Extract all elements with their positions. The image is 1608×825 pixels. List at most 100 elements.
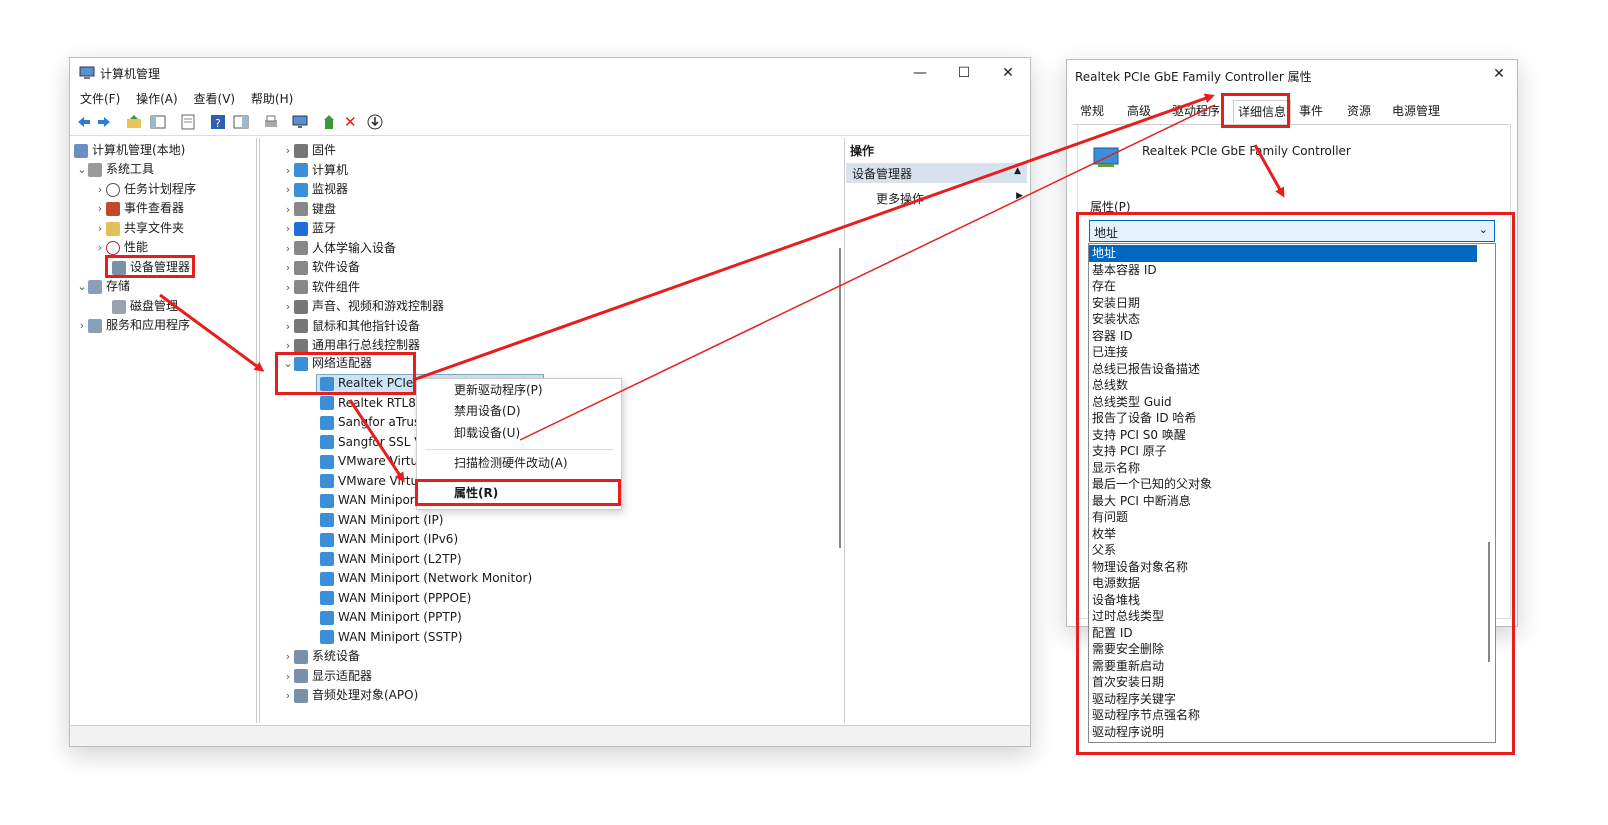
tab-power-management[interactable]: 电源管理 bbox=[1383, 100, 1449, 122]
chevron-right-icon[interactable]: › bbox=[282, 180, 294, 199]
minimize-button[interactable]: — bbox=[900, 60, 940, 86]
chevron-right-icon[interactable]: › bbox=[94, 180, 106, 199]
property-option[interactable]: 安装状态 bbox=[1089, 311, 1477, 328]
chevron-right-icon[interactable]: › bbox=[282, 336, 294, 355]
network-adapter-item[interactable]: VMware Virtu bbox=[320, 472, 418, 491]
device-category[interactable]: › 软件组件 bbox=[282, 278, 360, 297]
tab-advanced[interactable]: 高级 bbox=[1119, 100, 1159, 122]
property-option[interactable]: 地址 bbox=[1089, 245, 1477, 262]
chevron-right-icon[interactable]: › bbox=[282, 200, 294, 219]
chevron-down-icon[interactable]: ⌄ bbox=[282, 354, 294, 373]
actions-section[interactable]: 设备管理器 ▲ bbox=[846, 163, 1027, 183]
show-hide-tree-icon[interactable] bbox=[150, 114, 166, 133]
property-option[interactable]: 物理设备对象名称 bbox=[1089, 559, 1477, 576]
tab-general[interactable]: 常规 bbox=[1073, 100, 1111, 122]
tab-events[interactable]: 事件 bbox=[1291, 100, 1331, 122]
tab-details[interactable]: 详细信息 bbox=[1233, 100, 1291, 123]
property-option[interactable]: 需要重新启动 bbox=[1089, 658, 1477, 675]
tab-resources[interactable]: 资源 bbox=[1337, 100, 1381, 122]
disable-device-menu-item[interactable]: 禁用设备(D) bbox=[454, 402, 521, 421]
property-option[interactable]: 显示名称 bbox=[1089, 460, 1477, 477]
device-category[interactable]: › 通用串行总线控制器 bbox=[282, 336, 420, 355]
scan-hardware-menu-item[interactable]: 扫描检测硬件改动(A) bbox=[454, 454, 568, 473]
property-option[interactable]: 配置 ID bbox=[1089, 625, 1477, 642]
tree-task-scheduler[interactable]: › 任务计划程序 bbox=[94, 180, 196, 199]
device-category[interactable]: › 蓝牙 bbox=[282, 219, 336, 238]
device-category[interactable]: › 键盘 bbox=[282, 200, 336, 219]
chevron-right-icon[interactable]: › bbox=[282, 161, 294, 180]
tab-driver[interactable]: 驱动程序 bbox=[1163, 100, 1229, 122]
device-category[interactable]: › 计算机 bbox=[282, 161, 348, 180]
properties-sheet-icon[interactable] bbox=[180, 114, 196, 133]
menu-help[interactable]: 帮助(H) bbox=[251, 92, 293, 106]
print-icon[interactable] bbox=[263, 114, 279, 133]
property-option[interactable]: 已连接 bbox=[1089, 344, 1477, 361]
network-adapter-item[interactable]: VMware Virtu bbox=[320, 452, 418, 471]
vertical-scrollbar[interactable] bbox=[839, 248, 841, 548]
device-category[interactable]: › 监视器 bbox=[282, 180, 348, 199]
chevron-right-icon[interactable]: › bbox=[94, 219, 106, 238]
device-category[interactable]: › 软件设备 bbox=[282, 258, 360, 277]
property-option[interactable]: 安装日期 bbox=[1089, 295, 1477, 312]
menu-file[interactable]: 文件(F) bbox=[80, 92, 120, 106]
network-adapter-item[interactable]: WAN Miniport (PPTP) bbox=[320, 608, 462, 627]
delete-x-icon[interactable]: ✕ bbox=[344, 113, 357, 131]
view-pane-icon[interactable] bbox=[233, 114, 249, 133]
property-option[interactable]: 容器 ID bbox=[1089, 328, 1477, 345]
chevron-right-icon[interactable]: › bbox=[282, 686, 294, 705]
property-option[interactable]: 总线已报告设备描述 bbox=[1089, 361, 1477, 378]
chevron-down-icon[interactable]: ⌄ bbox=[76, 277, 88, 296]
close-button[interactable]: ✕ bbox=[988, 60, 1028, 86]
menu-view[interactable]: 查看(V) bbox=[194, 92, 236, 106]
chevron-right-icon[interactable]: › bbox=[282, 141, 294, 160]
update-driver-menu-item[interactable]: 更新驱动程序(P) bbox=[454, 381, 543, 400]
forward-arrow-icon[interactable] bbox=[96, 114, 112, 133]
network-adapter-item[interactable]: Sangfor SSL V bbox=[320, 433, 422, 452]
chevron-right-icon[interactable]: › bbox=[282, 219, 294, 238]
update-driver-icon[interactable] bbox=[322, 114, 338, 133]
chevron-right-icon[interactable]: › bbox=[282, 297, 294, 316]
property-option[interactable]: 父系 bbox=[1089, 542, 1477, 559]
download-icon[interactable] bbox=[367, 114, 383, 133]
help-icon[interactable]: ? bbox=[210, 114, 226, 133]
property-option[interactable]: 有问题 bbox=[1089, 509, 1477, 526]
network-adapter-item[interactable]: WAN Miniport (PPPOE) bbox=[320, 589, 471, 608]
network-adapter-item[interactable]: Realtek PCIe bbox=[320, 374, 413, 393]
property-option[interactable]: 总线数 bbox=[1089, 377, 1477, 394]
tree-root[interactable]: 计算机管理(本地) bbox=[74, 141, 185, 160]
chevron-right-icon[interactable]: › bbox=[282, 647, 294, 666]
property-option[interactable]: 驱动程序关键字 bbox=[1089, 691, 1477, 708]
device-category[interactable]: › 鼠标和其他指针设备 bbox=[282, 317, 420, 336]
chevron-right-icon[interactable]: › bbox=[76, 316, 88, 335]
property-dropdown[interactable]: 地址 ⌄ bbox=[1089, 220, 1495, 242]
property-option[interactable]: 首次安装日期 bbox=[1089, 674, 1477, 691]
network-adapter-item[interactable]: Realtek RTL88 bbox=[320, 394, 423, 413]
chevron-right-icon[interactable]: › bbox=[282, 258, 294, 277]
device-category[interactable]: › 声音、视频和游戏控制器 bbox=[282, 297, 444, 316]
dialog-close-button[interactable]: ✕ bbox=[1479, 61, 1519, 87]
tree-shared-folders[interactable]: › 共享文件夹 bbox=[94, 219, 184, 238]
network-adapter-item[interactable]: WAN Miniport (IP) bbox=[320, 511, 443, 530]
chevron-right-icon[interactable]: › bbox=[94, 238, 106, 257]
back-arrow-icon[interactable] bbox=[76, 114, 92, 133]
collapse-icon[interactable]: ▲ bbox=[1014, 166, 1021, 176]
tree-system-tools[interactable]: ⌄ 系统工具 bbox=[76, 160, 154, 179]
property-option[interactable]: 设备堆栈 bbox=[1089, 592, 1477, 609]
property-option[interactable]: 枚举 bbox=[1089, 526, 1477, 543]
property-option[interactable]: 最大 PCI 中断消息 bbox=[1089, 493, 1477, 510]
chevron-right-icon[interactable]: › bbox=[282, 239, 294, 258]
tree-services-apps[interactable]: › 服务和应用程序 bbox=[76, 316, 190, 335]
tree-disk-management[interactable]: 磁盘管理 bbox=[112, 297, 178, 316]
network-adapter-item[interactable]: WAN Miniport (SSTP) bbox=[320, 628, 462, 647]
tree-event-viewer[interactable]: › 事件查看器 bbox=[94, 199, 184, 218]
property-option[interactable]: 支持 PCI S0 唤醒 bbox=[1089, 427, 1477, 444]
property-option[interactable]: 最后一个已知的父对象 bbox=[1089, 476, 1477, 493]
maximize-button[interactable]: ☐ bbox=[944, 60, 984, 86]
tree-performance[interactable]: › 性能 bbox=[94, 238, 148, 257]
monitor-icon[interactable] bbox=[292, 114, 308, 133]
property-option[interactable]: 驱动程序说明 bbox=[1089, 724, 1477, 741]
uninstall-device-menu-item[interactable]: 卸载设备(U) bbox=[454, 424, 520, 443]
property-option[interactable]: 电源数据 bbox=[1089, 575, 1477, 592]
property-option[interactable]: 报告了设备 ID 哈希 bbox=[1089, 410, 1477, 427]
properties-menu-item[interactable]: 属性(R) bbox=[454, 484, 498, 503]
